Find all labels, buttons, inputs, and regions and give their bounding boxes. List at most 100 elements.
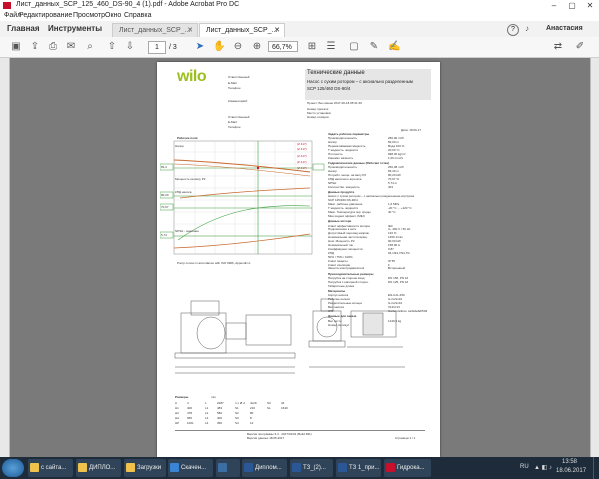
dims-cell: L2	[205, 411, 209, 415]
dims-title: Размеры	[175, 395, 189, 399]
field-label: Комментарий:	[228, 99, 248, 103]
dims-cell: 44	[281, 401, 285, 405]
doc-tab-2-label: Лист_данных_SCP_...	[206, 27, 278, 34]
clock-time[interactable]: 13:58	[562, 459, 577, 465]
tools-tab[interactable]: Инструменты	[48, 24, 102, 33]
taskbar-app-button[interactable]: с сайта...	[28, 459, 73, 477]
clock-date[interactable]: 18.06.2017	[556, 468, 586, 474]
spec-label: Защита электродвигателя	[328, 266, 365, 271]
app-icon	[170, 463, 179, 472]
zoom-in-icon[interactable]: ⊕	[251, 41, 263, 53]
dims-cell: 8	[250, 416, 252, 420]
dims-unit: mm	[211, 395, 216, 399]
close-button[interactable]: ✕	[581, 0, 599, 11]
spec-label: Кинемат. вязкость	[328, 155, 354, 160]
zoom-level-select[interactable]: 66,7%	[268, 41, 298, 52]
dims-cell: 965	[187, 416, 193, 420]
field-label: Телефон	[228, 125, 241, 129]
taskbar-app-button[interactable]	[216, 459, 240, 477]
menu-help[interactable]: Справка	[124, 12, 151, 19]
doc-subtitle: Насос с сухим ротором – с аксиально разд…	[307, 79, 413, 84]
page-up-icon[interactable]: ⇧	[106, 41, 118, 53]
print-icon[interactable]: ⎙	[47, 41, 59, 53]
comment-panel-icon[interactable]: ✐	[574, 41, 586, 53]
show-desktop-button[interactable]	[593, 457, 599, 479]
minimize-button[interactable]: –	[545, 0, 563, 11]
dims-cell: S2	[235, 411, 239, 415]
save-icon[interactable]: ▣	[10, 41, 22, 53]
left-panel-toggle[interactable]	[0, 58, 10, 457]
page-count: Страница 1 / 1	[395, 436, 416, 440]
doc-tab-2[interactable]: Лист_данных_SCP_... ✕	[199, 23, 285, 37]
doc-tab-1[interactable]: Лист_данных_SCP_... ✕	[112, 23, 198, 37]
dims-cell: S4	[235, 421, 239, 425]
mail-icon[interactable]: ✉	[65, 41, 77, 53]
field-label: E-Mail	[228, 120, 237, 124]
toolbar: ▣ ⇪ ⎙ ✉ ⌕ ⇧ ⇩ 1 / 3 ➤ ✋ ⊖ ⊕ 66,7% ⊞ ☰ ▢ …	[0, 37, 599, 58]
page-down-icon[interactable]: ⇩	[124, 41, 136, 53]
spec-value: 40 °C	[388, 210, 396, 214]
bell-icon[interactable]: ♪	[525, 24, 535, 34]
language-indicator[interactable]: RU	[520, 464, 529, 470]
tray-icons[interactable]: ▲ ◧ ♪	[534, 464, 552, 471]
hand-icon[interactable]: ✋	[213, 41, 225, 53]
curve-label-eff: КПД насоса	[175, 190, 192, 194]
search-icon[interactable]: ⌕	[84, 41, 96, 53]
pen-icon[interactable]: ✎	[368, 41, 380, 53]
dims-cell: HP	[175, 421, 180, 425]
dims-cell: A	[175, 401, 178, 405]
tab-bar: Главная Инструменты Лист_данных_SCP_... ✕…	[0, 21, 599, 38]
help-icon[interactable]: ?	[507, 24, 519, 36]
taskbar: с сайта... ДИПЛО... Загрузки Скачен... Дипло…	[0, 457, 599, 479]
curve-note: Pump curves in accordance with ISO 9906,…	[177, 261, 251, 265]
dims-cell: HA	[175, 416, 180, 420]
dims-cell: 1001	[187, 421, 194, 425]
field-label: Телефон	[228, 86, 241, 90]
zoom-out-icon[interactable]: ⊖	[232, 41, 244, 53]
right-tool-pane[interactable]	[590, 58, 599, 457]
taskbar-app-button[interactable]: ТЗ_(2)...	[290, 459, 333, 477]
comment-icon[interactable]: ▢	[348, 41, 360, 53]
scroll-mode-icon[interactable]: ☰	[325, 41, 337, 53]
taskbar-app-label: Гидрока...	[397, 465, 425, 471]
dims-cell: 210	[250, 406, 256, 410]
taskbar-app-button[interactable]: ДИПЛО...	[76, 459, 121, 477]
dims-cell: L	[205, 401, 207, 405]
field-label: Ответственный	[228, 115, 250, 119]
field-label: Ответственный	[228, 75, 250, 79]
sign-icon[interactable]: ✍	[388, 41, 400, 53]
share-icon[interactable]: ⇄	[552, 41, 564, 53]
taskbar-app-button[interactable]: Загрузки	[124, 459, 166, 477]
select-pointer-icon[interactable]: ➤	[194, 41, 206, 53]
fit-page-icon[interactable]: ⊞	[306, 41, 318, 53]
start-button[interactable]	[2, 459, 24, 477]
close-tab-icon[interactable]: ✕	[274, 24, 280, 38]
taskbar-app-button[interactable]: Гидрока...	[384, 459, 431, 477]
close-tab-icon[interactable]: ✕	[187, 24, 193, 38]
menu-edit[interactable]: Редактирование	[19, 12, 72, 19]
doc-title: Технические данные	[307, 70, 365, 76]
dims-cell: L4	[205, 421, 209, 425]
spec-label: Количество. мощность	[328, 184, 360, 189]
app-icon	[386, 463, 395, 472]
upload-icon[interactable]: ⇪	[29, 41, 41, 53]
app-icon	[126, 463, 135, 472]
menu-window[interactable]: Окно	[105, 12, 121, 19]
curve-yval: 5,74	[161, 233, 167, 237]
user-name[interactable]: Анастасия	[546, 25, 583, 32]
footer-data-version: Версия данных 18.05.2017	[247, 436, 285, 440]
taskbar-app-label: ТЗ 1_при...	[349, 465, 380, 471]
taskbar-app-button[interactable]: Скачен...	[168, 459, 213, 477]
maximize-button[interactable]: ▢	[563, 0, 581, 11]
page-number-input[interactable]: 1	[148, 41, 166, 54]
doc-model: SCP 125/460 DS-90/4	[307, 86, 351, 91]
spec-value: 1,00 mm²/s	[388, 155, 404, 160]
taskbar-app-button[interactable]: ТЗ 1_при...	[336, 459, 381, 477]
menu-view[interactable]: Просмотр	[73, 12, 105, 19]
doc-tab-1-label: Лист_данных_SCP_...	[119, 27, 191, 34]
taskbar-app-label: Загрузки	[137, 465, 162, 471]
dims-cell: 350	[217, 421, 223, 425]
taskbar-app-button[interactable]: Диплом...	[242, 459, 287, 477]
home-tab[interactable]: Главная	[7, 24, 40, 33]
curve-yval: 70,67	[161, 205, 169, 209]
